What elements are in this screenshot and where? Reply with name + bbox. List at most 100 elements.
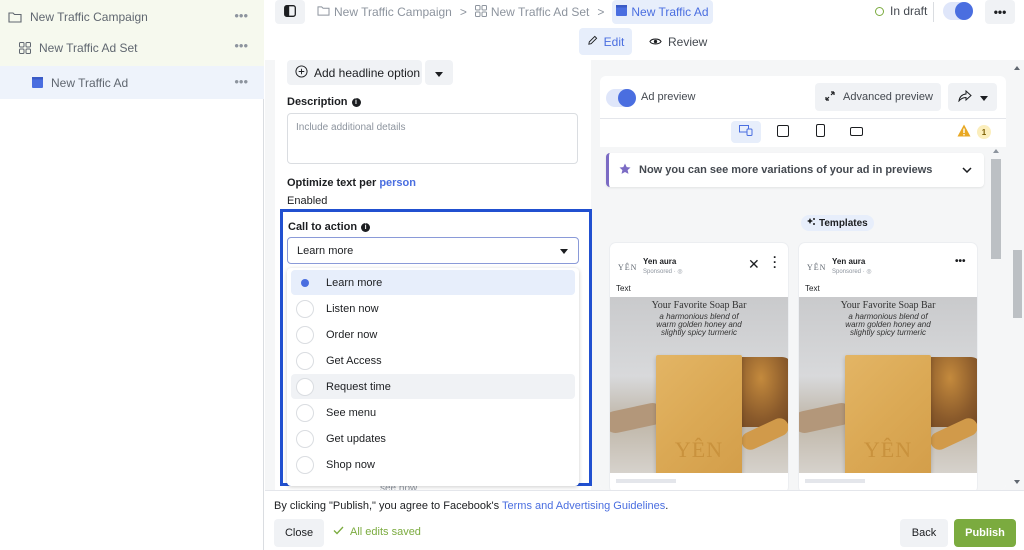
preview-scrollbar[interactable] (990, 147, 1002, 490)
close-icon[interactable]: ✕ (748, 256, 760, 273)
tab-edit[interactable]: Edit (579, 28, 632, 55)
pencil-icon (587, 35, 598, 49)
more-options-icon[interactable]: ••• (234, 38, 248, 53)
breadcrumb-ad[interactable]: New Traffic Ad (612, 0, 713, 24)
ad-image: Your Favorite Soap Bar a harmonious blen… (799, 297, 977, 473)
ad-preview-feed-alt[interactable]: YÊN Yen aura Sponsored · ◎ ••• Text Your… (799, 243, 977, 490)
headline-options-dropdown[interactable] (425, 60, 453, 85)
selected-value: Learn more (297, 244, 354, 257)
ad-preview-toggle[interactable] (606, 89, 636, 107)
share-button[interactable] (948, 83, 997, 111)
sparkle-icon (807, 217, 816, 229)
menu-item-request-time[interactable]: Request time (291, 374, 575, 399)
scroll-down-icon[interactable] (1014, 480, 1020, 484)
toggle-panel-button[interactable] (275, 0, 305, 24)
advanced-preview-button[interactable]: Advanced preview (815, 83, 941, 111)
all-placements-button[interactable] (731, 121, 761, 143)
menu-item-order-now[interactable]: Order now (291, 322, 575, 347)
chevron-right-icon: > (597, 5, 605, 19)
menu-item-get-access[interactable]: Get Access (291, 348, 575, 373)
more-options-icon[interactable]: ••• (234, 8, 248, 23)
call-to-action-select[interactable]: Learn more (287, 237, 579, 264)
notice-text: Now you can see more variations of your … (639, 164, 933, 176)
radio-icon (296, 403, 314, 422)
caret-down-icon (435, 66, 443, 80)
share-icon (957, 89, 972, 105)
expand-icon (825, 90, 835, 104)
eye-icon (649, 35, 662, 49)
plus-circle-icon (295, 64, 308, 81)
ad-icon (32, 77, 43, 88)
label-text: Description (287, 96, 348, 108)
ad-on-off-toggle[interactable] (943, 2, 973, 20)
variations-notice[interactable]: Now you can see more variations of your … (606, 153, 984, 187)
breadcrumb-label: New Traffic Ad Set (490, 5, 590, 19)
page-logo: YÊN (618, 263, 638, 272)
chevron-down-icon[interactable] (962, 164, 972, 176)
person-link[interactable]: person (379, 177, 416, 189)
menu-item-get-updates[interactable]: Get updates (291, 426, 575, 451)
call-to-action-label: Call to action i (288, 221, 371, 233)
terms-link[interactable]: Terms and Advertising Guidelines (502, 500, 665, 512)
square-placement-button[interactable] (768, 121, 798, 143)
page-name: Yen aura (643, 257, 677, 266)
page-name: Yen aura (832, 257, 866, 266)
radio-selected-icon (296, 274, 314, 292)
horizontal-placement-button[interactable] (841, 121, 871, 143)
devices-icon (739, 125, 753, 139)
tree-item-campaign[interactable]: New Traffic Campaign ••• (0, 0, 264, 33)
soap-bar: YÊN (845, 355, 931, 473)
menu-item-label: Listen now (326, 302, 379, 315)
image-headline: Your Favorite Soap Bar (840, 300, 936, 311)
breadcrumb-label: New Traffic Campaign (334, 5, 452, 19)
ad-preview-feed[interactable]: YÊN Yen aura Sponsored · ◎ ✕ · · · Text Yo… (610, 243, 788, 490)
templates-badge[interactable]: Templates (801, 215, 874, 231)
portrait-icon (815, 124, 825, 140)
image-subline: a harmonious blend of warm golden honey … (845, 312, 931, 337)
vertical-placement-button[interactable] (805, 121, 835, 143)
campaign-tree: New Traffic Campaign ••• New Traffic Ad … (0, 0, 264, 550)
page-scrollbar[interactable] (1011, 60, 1024, 490)
menu-item-shop-now[interactable]: Shop now (291, 452, 575, 477)
sponsored-label: Sponsored · ◎ (832, 269, 872, 275)
call-to-action-section: Call to action i Learn more Learn more L… (280, 209, 592, 486)
publish-button[interactable]: Publish (954, 519, 1016, 547)
warning-count-badge: 1 (977, 125, 991, 139)
description-input[interactable]: Include additional details (287, 113, 578, 164)
more-options-button[interactable]: ••• (985, 0, 1015, 24)
tree-item-ad-set[interactable]: New Traffic Ad Set ••• (0, 30, 264, 66)
tree-item-ad[interactable]: New Traffic Ad ••• (0, 66, 264, 99)
menu-item-learn-more[interactable]: Learn more (291, 270, 575, 295)
more-options-icon[interactable]: ••• (234, 74, 248, 89)
divider (933, 2, 934, 22)
scrollbar-thumb[interactable] (1013, 250, 1022, 318)
folder-icon (8, 11, 22, 23)
button-label: Add headline option (314, 65, 421, 80)
tab-label: Review (668, 34, 708, 49)
breadcrumb-ad-set[interactable]: New Traffic Ad Set (474, 4, 590, 20)
kebab-menu-icon[interactable]: · · · (772, 251, 778, 273)
label-text: Call to action (288, 221, 358, 233)
close-button[interactable]: Close (274, 519, 324, 547)
more-options-icon[interactable]: ••• (955, 256, 966, 267)
back-button[interactable]: Back (900, 519, 948, 547)
breadcrumb-campaign[interactable]: New Traffic Campaign (317, 5, 452, 19)
warning-icon[interactable] (957, 124, 971, 140)
soap-mark: YÊN (674, 437, 724, 462)
menu-item-label: Request time (326, 380, 391, 393)
menu-item-see-menu[interactable]: See menu (291, 400, 575, 425)
menu-item-label: Get Access (326, 354, 382, 367)
ad-preview-card: Ad preview Advanced preview 1 Now you ca… (600, 76, 1006, 490)
ad-image: Your Favorite Soap Bar a harmonious blen… (610, 297, 788, 473)
scroll-up-icon[interactable] (1014, 66, 1020, 70)
add-headline-option-button[interactable]: Add headline option (287, 60, 422, 85)
checkmark-icon (333, 526, 344, 538)
caret-down-icon (560, 249, 568, 254)
tab-review[interactable]: Review (649, 28, 707, 55)
optimize-text-label: Optimize text per person (287, 177, 416, 189)
radio-icon (296, 325, 314, 344)
info-icon[interactable]: i (361, 222, 371, 232)
menu-item-listen-now[interactable]: Listen now (291, 296, 575, 321)
info-icon[interactable]: i (351, 97, 361, 107)
radio-icon (296, 351, 314, 370)
